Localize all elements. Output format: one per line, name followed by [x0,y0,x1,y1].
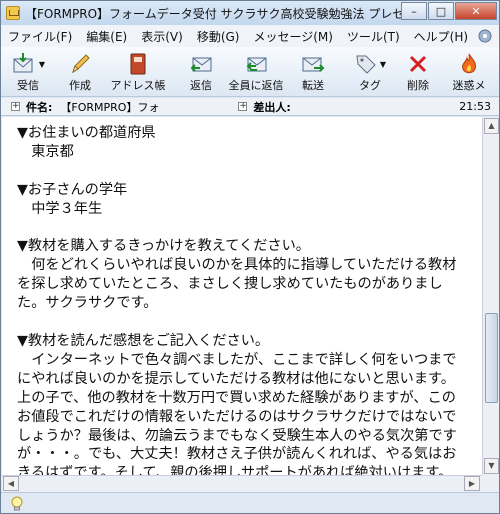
menu-view[interactable]: 表示(V) [134,28,190,45]
menu-file[interactable]: ファイル(F) [1,28,79,45]
message-line: ▼お子さんの学年 [17,181,128,198]
horizontal-scrollbar[interactable]: ◀ ▶ [2,475,482,492]
menu-bar: ファイル(F) 編集(E) 表示(V) 移動(G) メッセージ(M) ツール(T… [1,25,499,47]
delete-icon [409,55,427,73]
reply-label: 返信 [190,79,212,92]
reply-button[interactable]: 返信 [181,51,221,95]
address-book-label: アドレス帳 [110,79,166,92]
reply-icon [190,57,212,72]
window-title: 【FORMPRO】フォームデータ受付 サクラサク高校受験勉強法 プレゼント... [25,6,415,21]
message-line: ▼教材を購入するきっかけを教えてください。 [17,238,310,255]
message-line: お値段でこれだけの情報をいただけるのはサクラサクだけではないで [17,408,457,425]
message-line: ▼教材を読んだ感想をご記入ください。 [17,332,270,349]
lightbulb-icon [11,496,23,511]
message-line: にやれば良いのかを提示していただける教材は他にないと思います。 [17,370,455,387]
menu-help[interactable]: ヘルプ(H) [407,28,475,45]
message-line: きるはずです。そして、親の後押しサポートがあれば絶対いけます。 [17,465,453,475]
scrollbar-thumb[interactable] [485,313,498,403]
menu-edit[interactable]: 編集(E) [79,28,134,45]
message-line: しょうか？最後は、勿論云うまでもなく受験生本人のやる気次第です [17,427,457,444]
message-line: 上の子で、他の教材を十数万円で買い求めた経験がありますが、この [17,389,456,406]
reply-all-icon [246,57,267,72]
receive-label: 受信 [17,79,39,92]
tag-label: タグ [359,79,381,92]
title-bar: 【FORMPRO】フォームデータ受付 サクラサク高校受験勉強法 プレゼント...… [1,1,499,25]
message-line: 東京都 [17,143,74,160]
minimize-button[interactable]: – [401,2,427,20]
delete-button[interactable]: 削除 [401,51,435,95]
reply-all-label: 全員に返信 [228,79,284,92]
menu-go[interactable]: 移動(G) [190,28,247,45]
menu-message[interactable]: メッセージ(M) [246,28,339,45]
message-line: 何をどれくらいやれば良いのかを具体的に指導していただける教材 [17,257,457,274]
compose-label: 作成 [69,79,91,92]
message-line [17,313,477,332]
scroll-left-icon[interactable]: ◀ [3,476,19,491]
message-body[interactable]: ▼お住まいの都道府県 東京都 ▼お子さんの学年 中学３年生 ▼教材を購入するきっ… [2,117,482,475]
message-line: た。サクラサクです。 [17,295,158,312]
vertical-scrollbar[interactable]: ▲ ▼ [482,117,499,475]
expand-subject-icon[interactable]: + [11,102,20,111]
message-header: + 件名: 【FORMPRO】フォ + 差出人: 21:53 [1,98,499,116]
scroll-right-icon[interactable]: ▶ [464,476,480,491]
junk-label: 迷惑メ [452,79,486,92]
sender-label: 差出人: [253,100,291,114]
activity-throbber-icon [478,29,492,43]
tag-icon [356,55,376,74]
message-line [17,162,477,181]
menu-tools[interactable]: ツール(T) [340,28,407,45]
receive-button[interactable]: ▼ 受信 [7,51,49,95]
scroll-up-icon[interactable]: ▲ [484,118,499,134]
message-line: ▼お住まいの都道府県 [17,125,156,141]
message-line: インターネットで色々調べましたが、ここまで詳しく何をいつまで [17,351,457,368]
scroll-down-icon[interactable]: ▼ [484,458,499,474]
message-line [17,219,477,238]
close-button[interactable]: ✕ [455,2,497,20]
maximize-button[interactable]: □ [428,2,454,20]
tag-button[interactable]: ▼ タグ [347,51,393,95]
receive-dropdown-icon[interactable]: ▼ [39,60,45,69]
forward-icon [302,57,325,72]
message-line: 中学３年生 [17,200,103,217]
message-text: ▼お住まいの都道府県 東京都 ▼お子さんの学年 中学３年生 ▼教材を購入するきっ… [17,124,477,475]
status-bar [1,492,499,513]
expand-sender-icon[interactable]: + [238,102,248,111]
delete-label: 削除 [407,79,429,92]
subject-value: 【FORMPRO】フォ [60,100,160,114]
address-book-icon [130,53,146,75]
forward-button[interactable]: 転送 [293,51,333,95]
message-time: 21:53 [459,100,491,113]
pencil-icon [72,54,90,74]
tag-dropdown-icon[interactable]: ▼ [380,60,386,69]
flame-icon [462,53,476,74]
address-book-button[interactable]: アドレス帳 [105,51,171,95]
subject-label: 件名: [26,100,53,114]
reply-all-button[interactable]: 全員に返信 [225,51,287,95]
forward-label: 転送 [302,79,324,92]
compose-button[interactable]: 作成 [61,51,99,95]
message-line: を探し求めていたところ、まさしく捜し求めていたものがありまし [17,276,443,293]
junk-button[interactable]: 迷惑メ [447,51,491,95]
mail-window: 【FORMPRO】フォームデータ受付 サクラサク高校受験勉強法 プレゼント...… [0,0,500,514]
receive-icon [13,53,33,73]
message-line: が・・・。でも、大丈夫！教材さえ子供が読んくれれば、やる気はお [17,446,457,463]
mail-app-icon [6,6,20,20]
scroll-corner [482,475,499,492]
toolbar: ▼ 受信 作成 アドレス帳 返信 全員に返信 転送 ▼ タグ 削除 迷惑メ [1,47,499,97]
